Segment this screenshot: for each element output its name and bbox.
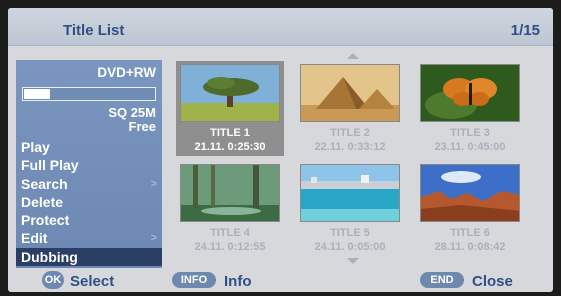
- canyon-icon: [420, 164, 520, 222]
- scroll-down-icon[interactable]: [347, 258, 359, 264]
- beach-icon: [300, 164, 400, 222]
- select-label: Select: [70, 273, 115, 290]
- ok-button[interactable]: OK: [42, 271, 64, 289]
- title-thumbnail-2[interactable]: TITLE 2 22.11. 0:33:12: [296, 61, 404, 156]
- title-list-screen: Title List 1/15 DVD+RW SQ 25M Free Play F…: [0, 0, 561, 296]
- title-thumbnail-3[interactable]: TITLE 3 23.11. 0:45:00: [416, 61, 524, 156]
- title-date-duration: 23.11. 0:45:00: [434, 141, 506, 153]
- scroll-up-icon[interactable]: [347, 53, 359, 59]
- info-button[interactable]: INFO: [172, 272, 216, 288]
- thumbnail-grid: TITLE 1 21.11. 0:25:30 TITLE 2 22.11. 0:33:…: [8, 8, 553, 292]
- footer-bar: OK Select INFO Info END Close: [8, 269, 553, 292]
- info-label: Info: [224, 273, 252, 290]
- title-name: TITLE 6: [450, 227, 490, 239]
- pyramids-icon: [300, 64, 400, 122]
- title-name: TITLE 1: [210, 127, 250, 139]
- title-thumbnail-6[interactable]: TITLE 6 28.11. 0:08:42: [416, 161, 524, 256]
- title-name: TITLE 2: [330, 127, 370, 139]
- title-date-duration: 22.11. 0:33:12: [314, 141, 386, 153]
- forest-icon: [180, 164, 280, 222]
- title-thumbnail-5[interactable]: TITLE 5 24.11. 0:05:00: [296, 161, 404, 256]
- title-list-panel: Title List 1/15 DVD+RW SQ 25M Free Play F…: [8, 8, 553, 292]
- close-label: Close: [472, 273, 513, 290]
- title-name: TITLE 4: [210, 227, 250, 239]
- title-date-duration: 28.11. 0:08:42: [434, 241, 506, 253]
- title-name: TITLE 5: [330, 227, 370, 239]
- title-date-duration: 21.11. 0:25:30: [194, 141, 266, 153]
- title-date-duration: 24.11. 0:12:55: [194, 241, 266, 253]
- title-date-duration: 24.11. 0:05:00: [314, 241, 386, 253]
- tree-icon: [180, 64, 280, 122]
- title-thumbnail-4[interactable]: TITLE 4 24.11. 0:12:55: [176, 161, 284, 256]
- end-button[interactable]: END: [420, 272, 464, 288]
- title-name: TITLE 3: [450, 127, 490, 139]
- title-thumbnail-1[interactable]: TITLE 1 21.11. 0:25:30: [176, 61, 284, 156]
- butterfly-icon: [420, 64, 520, 122]
